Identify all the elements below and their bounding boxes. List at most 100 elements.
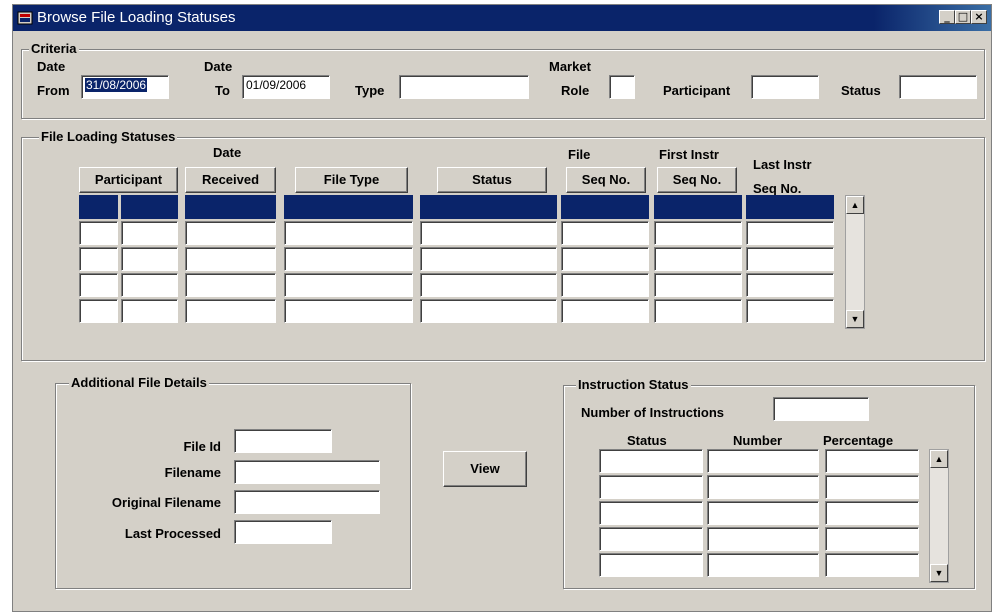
- file-id-input[interactable]: [234, 429, 332, 453]
- table-cell[interactable]: [284, 299, 413, 323]
- file-seq-no-sort-button[interactable]: Seq No.: [566, 167, 646, 193]
- table-cell[interactable]: [707, 527, 819, 551]
- status-filter-label: Status: [841, 83, 881, 98]
- table-cell[interactable]: [185, 221, 276, 245]
- table-cell[interactable]: [654, 195, 742, 219]
- file-loading-statuses-legend: File Loading Statuses: [39, 129, 178, 144]
- table-cell[interactable]: [121, 247, 178, 271]
- file-type-sort-button[interactable]: File Type: [295, 167, 408, 193]
- table-cell[interactable]: [825, 527, 919, 551]
- table-cell[interactable]: [185, 273, 276, 297]
- instruction-status-header: Status: [627, 433, 667, 448]
- table-cell[interactable]: [284, 247, 413, 271]
- statuses-scrollbar[interactable]: ▲ ▼: [845, 195, 865, 329]
- table-cell[interactable]: [825, 449, 919, 473]
- close-icon[interactable]: ×: [971, 10, 987, 24]
- last-instr-seq-no-header: Seq No.: [753, 181, 802, 196]
- table-cell[interactable]: [654, 299, 742, 323]
- table-cell[interactable]: [707, 501, 819, 525]
- table-cell[interactable]: [561, 299, 649, 323]
- scroll-down-arrow-icon[interactable]: ▼: [930, 564, 948, 582]
- table-cell[interactable]: [121, 221, 178, 245]
- table-cell[interactable]: [284, 195, 413, 219]
- maximize-icon[interactable]: □: [955, 10, 971, 24]
- table-cell[interactable]: [284, 221, 413, 245]
- date-from-label-top: Date: [37, 59, 66, 74]
- status-filter-input[interactable]: [899, 75, 977, 99]
- date-from-input[interactable]: 31/08/2006: [81, 75, 169, 99]
- scroll-down-arrow-icon[interactable]: ▼: [846, 310, 864, 328]
- table-cell[interactable]: [599, 553, 703, 577]
- table-cell[interactable]: [707, 449, 819, 473]
- additional-file-details-group: [55, 383, 411, 589]
- additional-file-details-legend: Additional File Details: [69, 375, 209, 390]
- table-cell[interactable]: [284, 273, 413, 297]
- table-cell[interactable]: [79, 247, 118, 271]
- minimize-icon[interactable]: _: [939, 10, 955, 24]
- table-cell[interactable]: [825, 475, 919, 499]
- table-cell[interactable]: [825, 501, 919, 525]
- table-cell[interactable]: [79, 273, 118, 297]
- table-cell[interactable]: [420, 247, 557, 271]
- table-cell[interactable]: [746, 247, 834, 271]
- table-cell[interactable]: [420, 299, 557, 323]
- table-cell[interactable]: [561, 273, 649, 297]
- table-cell[interactable]: [654, 273, 742, 297]
- table-cell[interactable]: [79, 195, 118, 219]
- table-cell[interactable]: [185, 299, 276, 323]
- instruction-percentage-header: Percentage: [823, 433, 894, 448]
- table-cell[interactable]: [599, 475, 703, 499]
- table-cell[interactable]: [746, 221, 834, 245]
- date-to-input[interactable]: 01/09/2006: [242, 75, 330, 99]
- date-from-label: From: [37, 83, 70, 98]
- table-cell[interactable]: [420, 221, 557, 245]
- table-cell[interactable]: [121, 273, 178, 297]
- market-role-input[interactable]: [609, 75, 635, 99]
- instruction-scrollbar[interactable]: ▲ ▼: [929, 449, 949, 583]
- last-instr-header-top: Last Instr: [753, 157, 812, 172]
- type-label: Type: [355, 83, 385, 98]
- table-cell[interactable]: [420, 195, 557, 219]
- table-cell[interactable]: [79, 299, 118, 323]
- number-of-instructions-input[interactable]: [773, 397, 869, 421]
- participant-filter-input[interactable]: [751, 75, 819, 99]
- participant-sort-button[interactable]: Participant: [79, 167, 178, 193]
- file-seq-header-top: File: [568, 147, 591, 162]
- table-cell[interactable]: [599, 527, 703, 551]
- table-cell[interactable]: [185, 247, 276, 271]
- scroll-up-arrow-icon[interactable]: ▲: [930, 450, 948, 468]
- number-of-instructions-label: Number of Instructions: [581, 405, 725, 420]
- table-cell[interactable]: [707, 553, 819, 577]
- date-received-header-top: Date: [213, 145, 242, 160]
- table-cell[interactable]: [654, 247, 742, 271]
- view-button[interactable]: View: [443, 451, 527, 487]
- table-cell[interactable]: [746, 273, 834, 297]
- table-cell[interactable]: [707, 475, 819, 499]
- table-cell[interactable]: [561, 247, 649, 271]
- table-cell[interactable]: [561, 195, 649, 219]
- participant-filter-label: Participant: [663, 83, 731, 98]
- title-bar: Browse File Loading Statuses _ □ ×: [13, 5, 991, 31]
- received-sort-button[interactable]: Received: [185, 167, 276, 193]
- status-sort-button[interactable]: Status: [437, 167, 547, 193]
- table-cell[interactable]: [79, 221, 118, 245]
- table-cell[interactable]: [599, 449, 703, 473]
- table-cell[interactable]: [746, 195, 834, 219]
- table-cell[interactable]: [599, 501, 703, 525]
- original-filename-input[interactable]: [234, 490, 380, 514]
- last-processed-input[interactable]: [234, 520, 332, 544]
- table-cell[interactable]: [420, 273, 557, 297]
- filename-input[interactable]: [234, 460, 380, 484]
- instruction-status-legend: Instruction Status: [576, 377, 691, 392]
- type-input[interactable]: [399, 75, 529, 99]
- table-cell[interactable]: [121, 299, 178, 323]
- table-cell[interactable]: [121, 195, 178, 219]
- scroll-up-arrow-icon[interactable]: ▲: [846, 196, 864, 214]
- table-cell[interactable]: [825, 553, 919, 577]
- market-role-label-top: Market: [549, 59, 591, 74]
- table-cell[interactable]: [654, 221, 742, 245]
- table-cell[interactable]: [185, 195, 276, 219]
- table-cell[interactable]: [561, 221, 649, 245]
- first-instr-seq-no-sort-button[interactable]: Seq No.: [657, 167, 737, 193]
- table-cell[interactable]: [746, 299, 834, 323]
